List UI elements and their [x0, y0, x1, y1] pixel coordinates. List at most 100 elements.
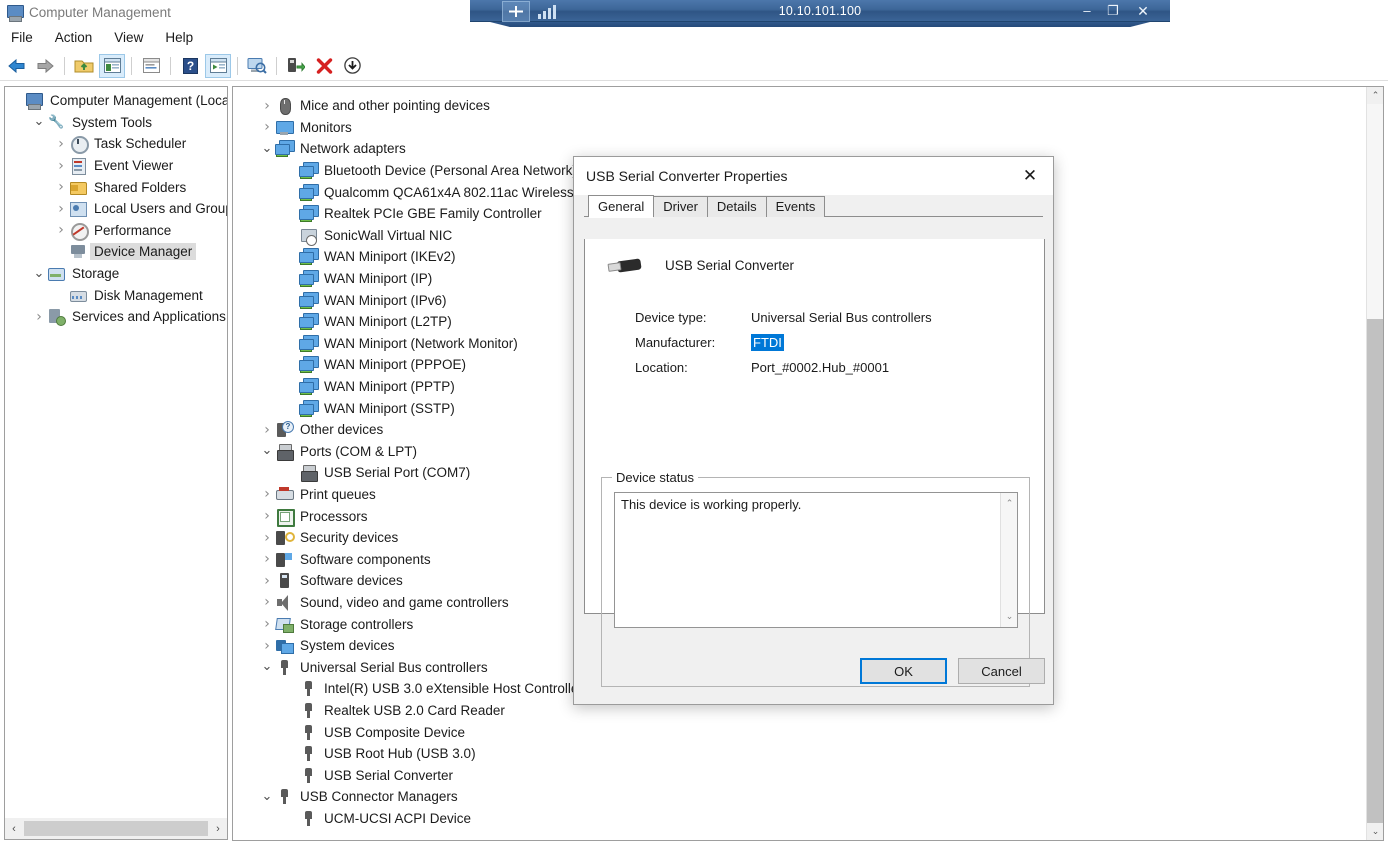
scrollbar-track[interactable] [1367, 319, 1383, 823]
update-driver-button[interactable] [283, 54, 309, 78]
device-tree-item-label: Sound, video and game controllers [300, 594, 509, 610]
show-hide-console-tree-button[interactable] [99, 53, 125, 78]
manufacturer-value[interactable]: FTDI [751, 334, 784, 351]
console-tree-item-label: Task Scheduler [94, 136, 187, 152]
chevron-right-icon[interactable]: › [53, 179, 69, 195]
chevron-right-icon[interactable]: › [53, 201, 69, 217]
cancel-button[interactable]: Cancel [958, 658, 1045, 684]
rdp-close-button[interactable]: ✕ [1130, 0, 1156, 22]
close-icon[interactable]: ✕ [1007, 158, 1053, 195]
console-tree-item[interactable]: › Local Users and Groups [5, 198, 227, 220]
usb-plug-icon [607, 251, 647, 279]
chevron-right-icon[interactable]: › [31, 309, 47, 325]
console-tree-item[interactable]: ⌄ Storage [5, 263, 227, 285]
tab-details[interactable]: Details [706, 196, 767, 217]
scroll-down-arrow-icon[interactable]: ⌄ [1367, 823, 1383, 840]
console-tree-item[interactable]: Disk Management [5, 284, 227, 306]
chevron-right-icon[interactable]: › [259, 508, 275, 524]
expander-placeholder [283, 335, 299, 351]
chevron-right-icon[interactable]: › [259, 594, 275, 610]
console-tree-item[interactable]: Device Manager [5, 241, 227, 263]
console-tree-item[interactable]: ⌄ System Tools [5, 112, 227, 134]
chevron-right-icon[interactable]: › [259, 119, 275, 135]
device-tree-item[interactable]: › Mice and other pointing devices [241, 95, 1383, 117]
console-tree-item[interactable]: › Event Viewer [5, 155, 227, 177]
uninstall-device-button[interactable] [311, 54, 337, 78]
tab-events[interactable]: Events [765, 196, 826, 217]
menu-item-view[interactable]: View [103, 27, 154, 48]
software-component-icon [275, 551, 294, 568]
chevron-right-icon[interactable]: › [259, 422, 275, 438]
scroll-left-arrow-icon[interactable]: ‹ [5, 819, 23, 839]
back-button[interactable] [4, 54, 30, 78]
system-device-icon [275, 637, 294, 655]
device-header: USB Serial Converter [585, 239, 1044, 279]
scrollbar-thumb[interactable] [24, 821, 208, 836]
scan-for-hardware-changes-button[interactable] [244, 54, 270, 78]
usb-serial-converter-properties-dialog[interactable]: USB Serial Converter Properties ✕ Genera… [573, 156, 1054, 705]
chevron-right-icon[interactable]: › [259, 551, 275, 567]
forward-button[interactable] [32, 54, 58, 78]
device-tree-item[interactable]: › Monitors [241, 117, 1383, 139]
tab-driver[interactable]: Driver [653, 196, 708, 217]
dialog-title: USB Serial Converter Properties [586, 168, 788, 184]
chevron-right-icon[interactable]: › [259, 573, 275, 589]
chevron-down-icon[interactable]: ⌄ [31, 266, 47, 282]
chevron-right-icon[interactable]: › [53, 158, 69, 174]
dialog-general-panel: USB Serial Converter Device type: Univer… [584, 239, 1045, 687]
network-adapter-icon [299, 162, 319, 180]
device-tree-item[interactable]: ⌄ USB Connector Managers [241, 786, 1383, 808]
console-tree-item[interactable]: › Task Scheduler [5, 133, 227, 155]
ok-button[interactable]: OK [860, 658, 947, 684]
menu-item-action[interactable]: Action [44, 27, 104, 48]
console-tree-item[interactable]: › Services and Applications [5, 306, 227, 328]
device-status-scrollbar[interactable]: ⌃ ⌄ [1000, 493, 1017, 627]
device-tree-item[interactable]: USB Composite Device [241, 721, 1383, 743]
menu-item-help[interactable]: Help [154, 27, 204, 48]
console-tree-item[interactable]: › Shared Folders [5, 176, 227, 198]
scrollbar-thumb[interactable] [1367, 104, 1383, 319]
console-tree-item-label: System Tools [72, 114, 153, 130]
disable-device-button[interactable] [339, 54, 365, 78]
chevron-down-icon[interactable]: ⌄ [259, 789, 275, 805]
device-tree-item[interactable]: USB Serial Converter [241, 764, 1383, 786]
expander-placeholder [283, 357, 299, 373]
device-tree-item[interactable]: UCM-UCSI ACPI Device [241, 808, 1383, 830]
expander-placeholder [283, 227, 299, 243]
device-tree-item-label: WAN Miniport (PPPOE) [324, 357, 467, 373]
console-tree-pane[interactable]: Computer Management (Local ⌄ System Tools ›… [4, 86, 228, 821]
show-hide-action-pane-button[interactable] [205, 53, 231, 78]
expander-placeholder [283, 206, 299, 222]
scroll-up-arrow-icon[interactable]: ⌃ [1367, 87, 1383, 104]
chevron-down-icon[interactable]: ⌄ [259, 141, 275, 157]
chevron-right-icon[interactable]: › [53, 136, 69, 152]
chevron-right-icon[interactable]: › [259, 530, 275, 546]
console-tree-item[interactable]: › Performance [5, 220, 227, 242]
chevron-down-icon[interactable]: ⌄ [31, 114, 47, 130]
console-tree-item[interactable]: Computer Management (Local [5, 90, 227, 112]
chevron-down-icon[interactable]: ⌄ [259, 443, 275, 459]
console-tree-list: Computer Management (Local ⌄ System Tools ›… [5, 87, 227, 328]
rdp-minimize-button[interactable]: – [1074, 0, 1100, 22]
chevron-right-icon[interactable]: › [259, 98, 275, 114]
help-button[interactable]: ? [177, 54, 203, 78]
device-tree-vertical-scrollbar[interactable]: ⌃ ⌄ [1366, 87, 1383, 840]
scroll-right-arrow-icon[interactable]: › [209, 819, 227, 839]
device-tree-item[interactable]: USB Root Hub (USB 3.0) [241, 743, 1383, 765]
chevron-right-icon[interactable]: › [259, 486, 275, 502]
device-status-textbox[interactable]: This device is working properly. ⌃ ⌄ [614, 492, 1018, 628]
up-one-level-button[interactable] [71, 54, 97, 78]
chevron-right-icon[interactable]: › [53, 222, 69, 238]
scroll-down-arrow-icon[interactable]: ⌄ [1001, 608, 1017, 625]
rdp-restore-button[interactable]: ❐ [1100, 0, 1126, 22]
device-status-label: Device status [612, 470, 699, 485]
device-tree-item-label: Processors [300, 508, 368, 524]
properties-button[interactable] [138, 54, 164, 78]
chevron-down-icon[interactable]: ⌄ [259, 659, 275, 675]
chevron-right-icon[interactable]: › [259, 638, 275, 654]
chevron-right-icon[interactable]: › [259, 616, 275, 632]
tab-general[interactable]: General [588, 195, 655, 218]
console-tree-horizontal-scrollbar[interactable]: ‹ › [4, 818, 228, 840]
menu-item-file[interactable]: File [0, 27, 44, 48]
scroll-up-arrow-icon[interactable]: ⌃ [1001, 495, 1017, 512]
